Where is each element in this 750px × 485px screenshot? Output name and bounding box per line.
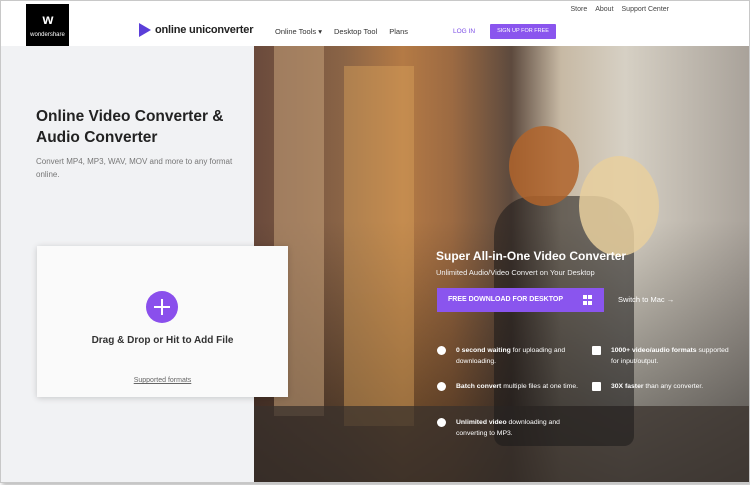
hero-building-mid [344, 66, 414, 426]
file-dropzone[interactable]: Drag & Drop or Hit to Add File Supported… [37, 246, 288, 397]
feature-text: multiple files at one time. [501, 383, 579, 390]
rocket-icon [437, 382, 446, 391]
utility-bar: Store About Support Center [1, 1, 749, 18]
nav-desktop-tool[interactable]: Desktop Tool [334, 27, 377, 36]
nav-plans[interactable]: Plans [389, 27, 408, 36]
feature-bold: 0 second waiting [456, 347, 511, 354]
main-nav: Online Tools ▾ Desktop Tool Plans [275, 27, 408, 36]
browser-screenshot-frame: Store About Support Center online unicon… [0, 0, 750, 483]
login-link[interactable]: LOG IN [453, 28, 475, 35]
logo-mark: w [42, 11, 54, 27]
free-download-button[interactable]: FREE DOWNLOAD FOR DESKTOP [437, 288, 604, 312]
file-icon [592, 346, 601, 355]
signup-button[interactable]: SIGN UP FOR FREE [490, 24, 556, 39]
hero-blonde-hair [579, 156, 659, 256]
nav-online-tools[interactable]: Online Tools ▾ [275, 27, 322, 36]
switch-to-mac-link[interactable]: Switch to Mac → [618, 295, 674, 304]
download-icon [437, 418, 446, 427]
supported-formats-link[interactable]: Supported formats [37, 377, 288, 384]
page-title: Online Video Converter & Audio Converter [36, 108, 224, 146]
play-triangle-icon [139, 23, 151, 37]
feature-bold: 30X faster [611, 383, 644, 390]
uniconverter-brand[interactable]: online uniconverter [139, 23, 253, 37]
download-button-label: FREE DOWNLOAD FOR DESKTOP [448, 296, 563, 303]
feature-bold: Batch convert [456, 383, 502, 390]
hero-title: Super All-in-One Video Converter [436, 249, 627, 263]
store-link[interactable]: Store [570, 6, 587, 13]
main-header: online uniconverter Online Tools ▾ Deskt… [1, 18, 749, 46]
page-description: Convert MP4, MP3, WAV, MOV and more to a… [36, 157, 233, 179]
utility-links: Store About Support Center [570, 6, 669, 13]
dropzone-label: Drag & Drop or Hit to Add File [91, 335, 234, 346]
support-center-link[interactable]: Support Center [622, 6, 669, 13]
hero-red-hair [509, 126, 579, 206]
clock-icon [437, 346, 446, 355]
about-link[interactable]: About [595, 6, 613, 13]
feature-text: than any converter. [643, 383, 704, 390]
feature-bold: Unlimited video [456, 419, 507, 426]
feature-bold: 1000+ video/audio formats [611, 347, 697, 354]
wondershare-logo[interactable]: w wondershare [26, 4, 69, 46]
copy-icon [592, 382, 601, 391]
brand-name: online uniconverter [155, 24, 254, 36]
logo-label: wondershare [30, 32, 65, 38]
windows-icon [583, 295, 593, 305]
add-file-plus-icon[interactable] [146, 291, 178, 323]
hero-subtitle: Unlimited Audio/Video Convert on Your De… [436, 268, 595, 277]
